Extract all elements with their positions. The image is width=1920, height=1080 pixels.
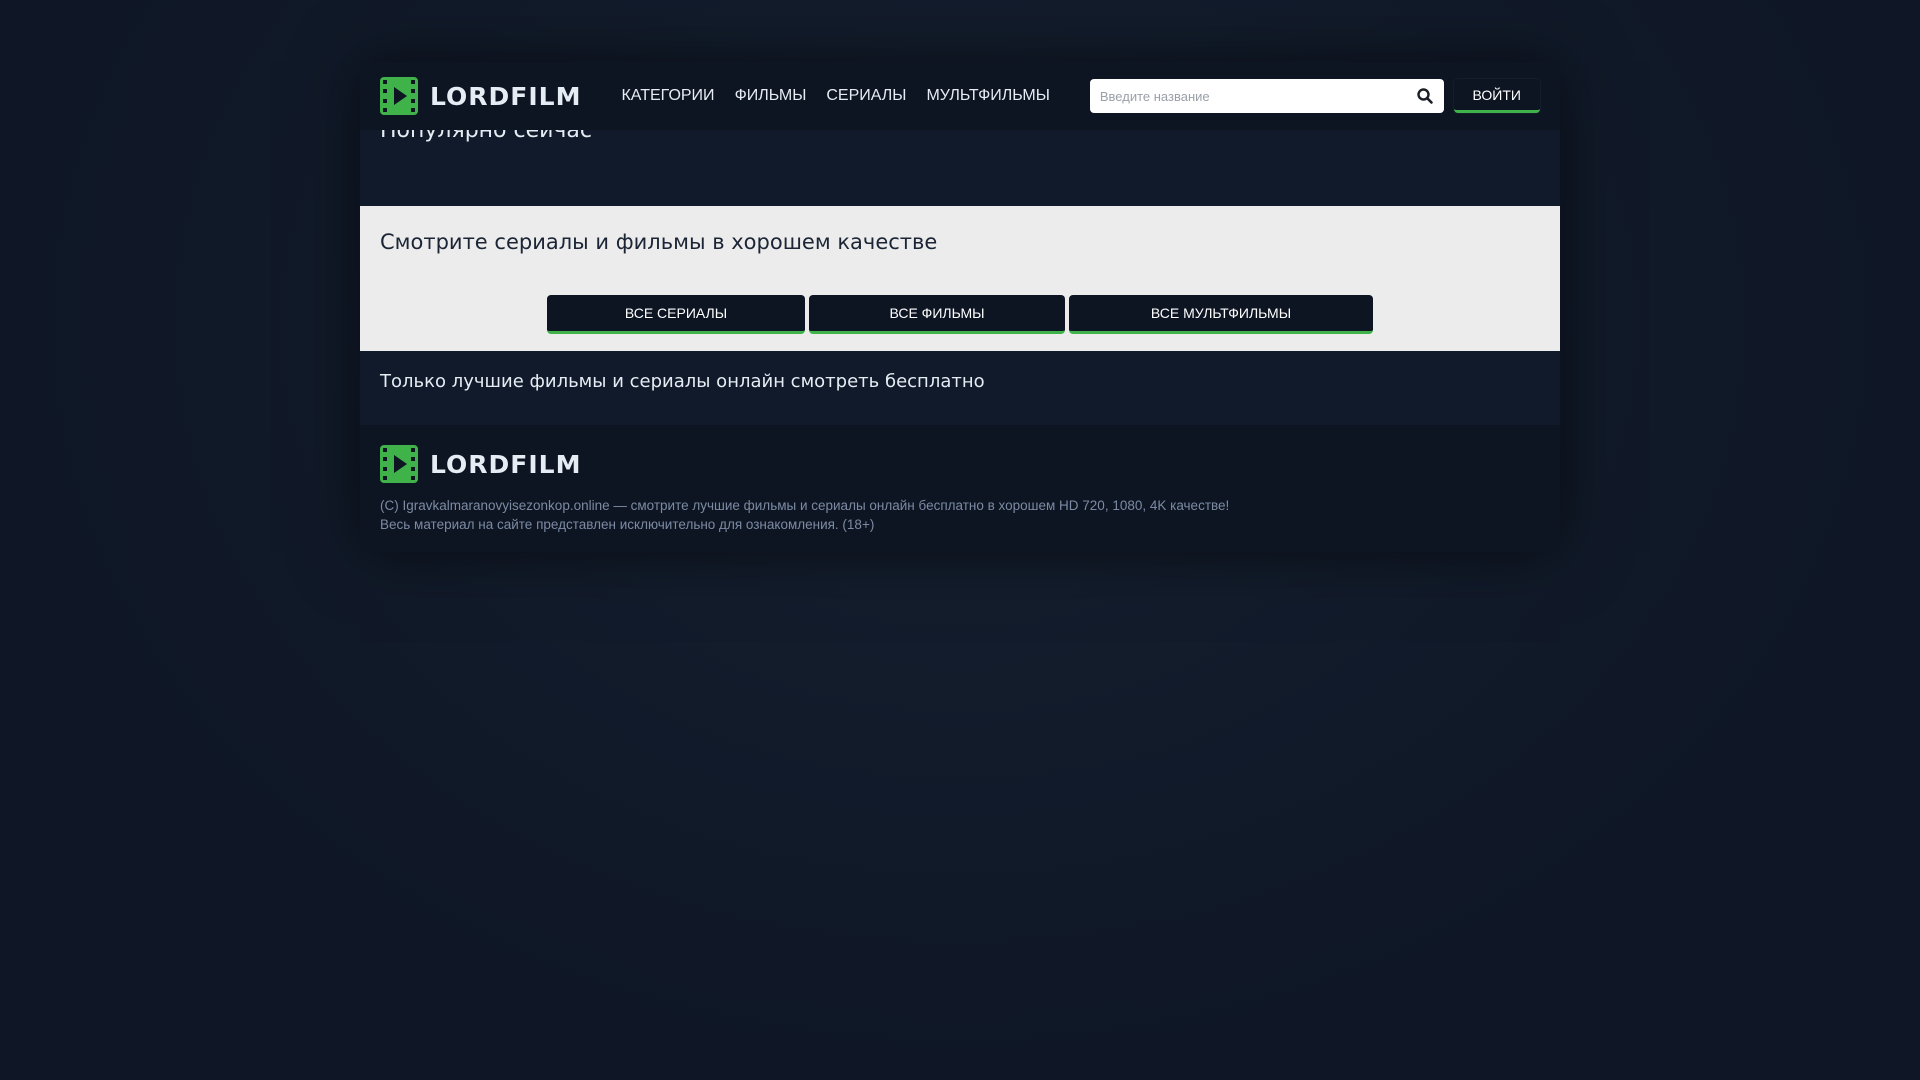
footer-text: (C) Igravkalmaranovyisezonkop.online — с… [380, 496, 1229, 534]
film-play-icon [380, 445, 418, 483]
search-box [1089, 79, 1444, 113]
popular-section: Популярно сейчас [360, 130, 1560, 206]
footer-disclaimer: Весь материал на сайте представлен исклю… [380, 517, 875, 532]
logo-text: LORDFILM [430, 81, 582, 111]
footer-copyright: (C) Igravkalmaranovyisezonkop.online — с… [380, 498, 1230, 513]
search-icon[interactable] [1416, 87, 1434, 105]
tagline-section: Только лучшие фильмы и сериалы онлайн см… [360, 351, 1560, 425]
footer-logo[interactable]: LORDFILM [380, 445, 581, 483]
nav-item-films[interactable]: ФИЛЬМЫ [735, 87, 807, 105]
site-header: LORDFILM КАТЕГОРИИ ФИЛЬМЫ СЕРИАЛЫ МУЛЬТФ… [360, 62, 1560, 130]
site-footer: LORDFILM (C) Igravkalmaranovyisezonkop.o… [360, 425, 1560, 552]
login-button[interactable]: ВОЙТИ [1453, 79, 1540, 113]
search-input[interactable] [1089, 81, 1430, 111]
all-series-button[interactable]: ВСЕ СЕРИАЛЫ [547, 295, 805, 334]
footer-logo-text: LORDFILM [430, 449, 582, 479]
tagline-text: Только лучшие фильмы и сериалы онлайн см… [380, 371, 985, 392]
all-cartoons-button[interactable]: ВСЕ МУЛЬТФИЛЬМЫ [1069, 295, 1373, 334]
promo-title: Смотрите сериалы и фильмы в хорошем каче… [380, 230, 938, 254]
main-nav: КАТЕГОРИИ ФИЛЬМЫ СЕРИАЛЫ МУЛЬТФИЛЬМЫ [621, 87, 1069, 105]
all-films-button[interactable]: ВСЕ ФИЛЬМЫ [809, 295, 1065, 334]
nav-item-series[interactable]: СЕРИАЛЫ [826, 87, 906, 105]
popular-title: Популярно сейчас [380, 130, 593, 143]
header-logo[interactable]: LORDFILM [380, 77, 581, 115]
page-container: LORDFILM КАТЕГОРИИ ФИЛЬМЫ СЕРИАЛЫ МУЛЬТФ… [360, 62, 1560, 552]
promo-buttons: ВСЕ СЕРИАЛЫ ВСЕ ФИЛЬМЫ ВСЕ МУЛЬТФИЛЬМЫ [360, 295, 1560, 334]
film-play-icon [380, 77, 418, 115]
promo-section: Смотрите сериалы и фильмы в хорошем каче… [360, 206, 1560, 351]
nav-item-cartoons[interactable]: МУЛЬТФИЛЬМЫ [926, 87, 1049, 105]
nav-item-categories[interactable]: КАТЕГОРИИ [621, 87, 714, 105]
